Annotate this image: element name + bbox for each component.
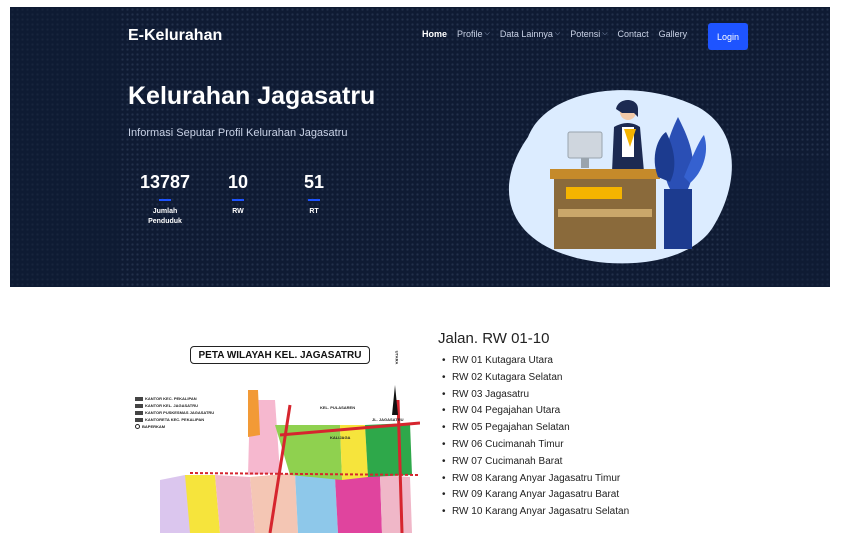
stat-value: 13787 [139,172,191,192]
stat-label: Jumlah Penduduk [148,208,182,225]
stat-divider [232,199,244,201]
chevron-down-icon: ⌵ [602,30,608,37]
list-item: RW 05 Pegajahan Selatan [438,420,629,437]
nav-item-home[interactable]: Home [422,29,447,39]
map-label: KEL. PULASAREN [320,405,356,410]
hero-title: Kelurahan Jagasatru [128,82,376,110]
login-button[interactable]: Login [708,23,748,50]
nav-item-label: Home [422,29,448,39]
map-label: KALIJAGA [330,435,351,440]
nav-item-data-lainnya[interactable]: Data Lainnya ⌵ [500,29,560,39]
list-item: RW 04 Pegajahan Utara [438,403,629,420]
nav-item-profile[interactable]: Profile ⌵ [457,29,490,39]
main-nav: Home Profile ⌵ Data Lainnya ⌵ Potensi ⌵ Contact… [422,29,697,39]
stat-rw: 10 RW [203,172,273,217]
list-item: RW 01 Kutagara Utara [438,353,629,370]
stat-population: 13787 Jumlah Penduduk [130,172,200,227]
hero-section: E-Kelurahan Home Profile ⌵ Data Lainnya ⌵ Pot… [10,7,830,287]
stat-rt: 51 RT [279,172,349,217]
hero-subtitle: Informasi Seputar Profil Kelurahan Jagas… [128,127,348,139]
stat-value: 51 [303,172,325,192]
legend-item: KANTORETA KEC. PEKALIPAN [135,416,214,423]
rw-section: Jalan. RW 01-10 RW 01 Kutagara UtaraRW 0… [438,330,629,521]
stat-value: 10 [227,172,249,192]
stat-label: RT [309,208,319,215]
legend-item: KANTOR KEC. PEKALIPAN [135,395,214,402]
list-item: RW 03 Jagasatru [438,387,629,404]
nav-item-label: Potensi [570,29,601,39]
map-label: UTARA [394,350,400,365]
list-item: RW 09 Karang Anyar Jagasatru Barat [438,487,629,504]
chevron-down-icon: ⌵ [484,30,490,37]
stat-label: RW [232,208,244,215]
list-item: RW 02 Kutagara Selatan [438,370,629,387]
list-item: RW 10 Karang Anyar Jagasatru Selatan [438,504,629,521]
rw-list: RW 01 Kutagara UtaraRW 02 Kutagara Selat… [438,353,629,521]
nav-item-label: Profile [457,29,483,39]
nav-item-label: Data Lainnya [499,29,553,39]
brand-logo[interactable]: E-Kelurahan [128,27,222,45]
rw-list-title: Jalan. RW 01-10 [438,330,550,347]
list-item: RW 07 Cucimanah Barat [438,454,629,471]
legend-item: KANTOR PUSKESMAS JAGASATRU [135,409,214,416]
list-item: RW 08 Karang Anyar Jagasatru Timur [438,471,629,488]
map-label: JL. JAGASATRU [372,417,404,422]
area-map-image [130,345,420,533]
legend-item: BAPERKAM [135,423,214,430]
list-item: RW 06 Cucimanah Timur [438,437,629,454]
stat-divider [159,199,171,201]
map-legend: KANTOR KEC. PEKALIPAN KANTOR KEL. JAGASA… [135,395,214,430]
nav-item-label: Contact [617,29,649,39]
chevron-down-icon: ⌵ [554,30,561,37]
stat-divider [308,199,320,201]
nav-item-label: Gallery [658,29,688,39]
receptionist-illustration [508,90,732,264]
nav-item-potensi[interactable]: Potensi ⌵ [570,29,607,39]
nav-item-gallery[interactable]: Gallery [659,29,688,39]
nav-item-contact[interactable]: Contact [618,29,649,39]
legend-item: KANTOR KEL. JAGASATRU [135,402,214,409]
map-title: PETA WILAYAH KEL. JAGASATRU [190,346,370,364]
